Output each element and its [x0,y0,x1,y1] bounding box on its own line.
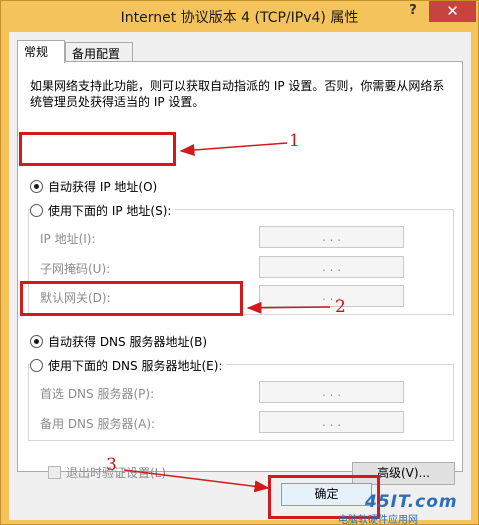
help-button[interactable]: ? [399,1,427,22]
validate-settings-checkbox[interactable] [48,466,61,479]
tab-general[interactable]: 常规 [17,40,65,63]
manual-ip-radio-row[interactable]: 使用下面的 IP 地址(S): [30,201,176,219]
auto-ip-radio-row[interactable]: 自动获得 IP 地址(O) [30,177,157,195]
tab-alternate-config[interactable]: 备用配置 [65,42,133,62]
dialog-client: 常规 备用配置 如果网络支持此功能，则可以获取自动指派的 IP 设置。否则，你需… [9,32,471,520]
alternate-dns-label: 备用 DNS 服务器(A): [40,417,156,431]
alternate-dns-input[interactable]: . . . [259,411,404,433]
callout-box-2 [20,281,243,316]
title-bar[interactable]: Internet 协议版本 4 (TCP/IPv4) 属性 ? ✕ [1,1,478,32]
preferred-dns-label: 首选 DNS 服务器(P): [40,387,155,401]
callout-number-1: 1 [289,131,300,151]
manual-ip-radio[interactable] [30,203,43,217]
watermark-subtitle: 电脑软硬件应用网 [338,515,418,525]
close-button[interactable]: ✕ [429,1,476,22]
dialog-window: Internet 协议版本 4 (TCP/IPv4) 属性 ? ✕ 常规 备用配… [0,0,479,525]
manual-dns-label: 使用下面的 DNS 服务器地址(E): [48,358,223,373]
auto-ip-label: 自动获得 IP 地址(O) [48,179,158,194]
watermark-logo: 45IT.com [365,492,458,512]
general-panel: 如果网络支持此功能，则可以获取自动指派的 IP 设置。否则，你需要从网络系统管理… [17,61,463,485]
auto-dns-label: 自动获得 DNS 服务器地址(B) [48,334,208,349]
callout-number-3: 3 [106,455,117,475]
auto-dns-radio-row[interactable]: 自动获得 DNS 服务器地址(B) [30,332,207,350]
preferred-dns-input[interactable]: . . . [259,381,404,403]
manual-dns-radio-row[interactable]: 使用下面的 DNS 服务器地址(E): [30,356,227,374]
auto-dns-radio[interactable] [30,334,43,348]
ip-address-label: IP 地址(I): [40,232,96,246]
default-gateway-input[interactable]: . . . [259,285,404,307]
auto-ip-radio[interactable] [30,179,43,193]
callout-box-1 [19,132,176,166]
manual-dns-radio[interactable] [30,358,43,372]
ip-address-input[interactable]: . . . [259,226,404,248]
description-text: 如果网络支持此功能，则可以获取自动指派的 IP 设置。否则，你需要从网络系统管理… [30,79,445,109]
subnet-mask-label: 子网掩码(U): [40,262,111,276]
manual-ip-label: 使用下面的 IP 地址(S): [48,203,172,218]
callout-number-2: 2 [335,297,346,317]
subnet-mask-input[interactable]: . . . [259,256,404,278]
